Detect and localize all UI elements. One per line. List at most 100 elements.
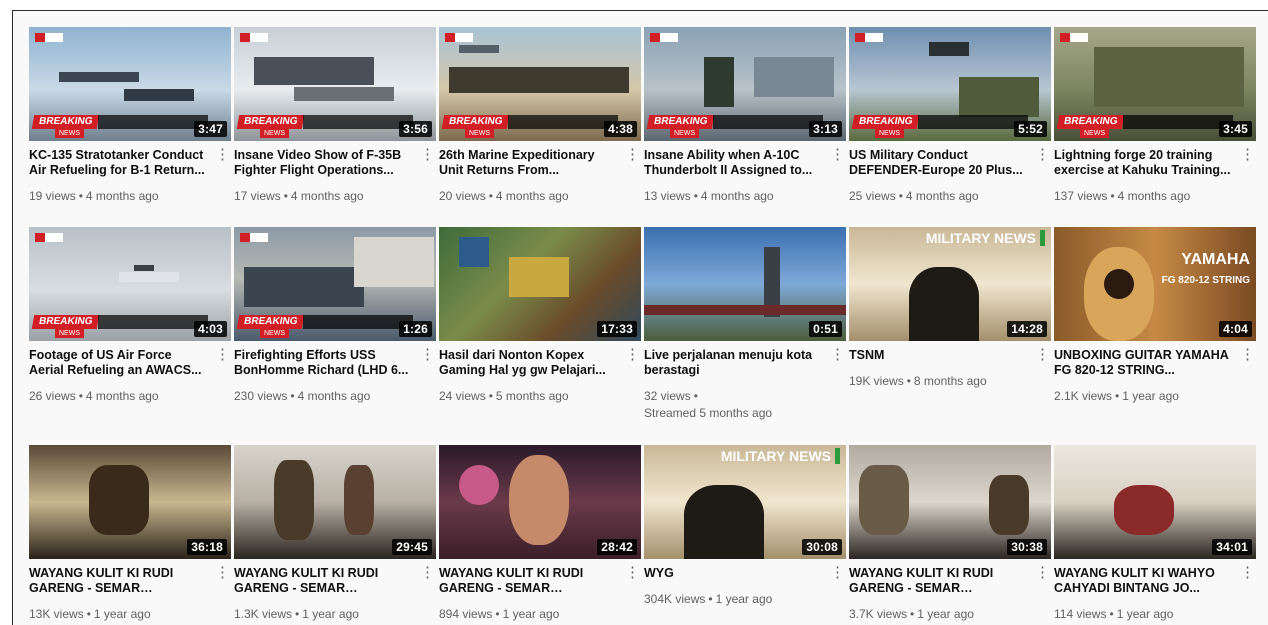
video-thumbnail[interactable]: BREAKING NEWS 4:38 <box>439 27 641 141</box>
video-title[interactable]: KC-135 Stratotanker Conduct Air Refuelin… <box>29 148 209 178</box>
video-title[interactable]: Footage of US Air Force Aerial Refueling… <box>29 348 209 378</box>
thumbnail-shape <box>354 237 434 287</box>
more-actions-icon[interactable]: ⋮ <box>420 147 435 165</box>
upload-age: 1 year ago <box>715 592 773 606</box>
video-stats: 1.3K views • 1 year ago <box>234 606 414 623</box>
video-thumbnail[interactable]: BREAKING NEWS 3:45 <box>1054 27 1256 141</box>
video-card[interactable]: BREAKING NEWS 3:47 KC-135 Stratotanker Cond… <box>29 27 231 227</box>
more-actions-icon[interactable]: ⋮ <box>830 347 845 365</box>
video-card[interactable]: BREAKING NEWS 4:03 Footage of US Air Force … <box>29 227 231 427</box>
video-thumbnail[interactable]: 28:42 <box>439 445 641 559</box>
video-thumbnail[interactable]: MILITARY NEWS 14:28 <box>849 227 1051 341</box>
video-thumbnail[interactable]: BREAKING NEWS 4:03 <box>29 227 231 341</box>
video-title[interactable]: WAYANG KULIT KI RUDI GARENG - SEMAR MBAN… <box>234 566 414 596</box>
video-title[interactable]: UNBOXING GUITAR YAMAHA FG 820-12 STRING.… <box>1054 348 1234 378</box>
video-meta: 26th Marine Expeditionary Unit Returns F… <box>439 141 641 205</box>
more-actions-icon[interactable]: ⋮ <box>215 347 230 365</box>
video-title[interactable]: TSNM <box>849 348 1029 363</box>
news-label: NEWS <box>55 129 84 138</box>
more-actions-icon[interactable]: ⋮ <box>215 147 230 165</box>
video-title[interactable]: 26th Marine Expeditionary Unit Returns F… <box>439 148 619 178</box>
video-card[interactable]: MILITARY NEWS 14:28 TSNM ⋮ 19K views • 8 month… <box>849 227 1051 427</box>
video-card[interactable]: 34:01 WAYANG KULIT KI WAHYO CAHYADI BINTA… <box>1054 445 1256 625</box>
video-thumbnail[interactable]: 30:38 <box>849 445 1051 559</box>
video-card[interactable]: BREAKING NEWS 5:52 US Military Conduct DEFE… <box>849 27 1051 227</box>
video-title[interactable]: Insane Video Show of F-35B Fighter Fligh… <box>234 148 414 178</box>
separator-dot: • <box>1110 189 1115 203</box>
video-title[interactable]: WAYANG KULIT KI RUDI GARENG - SEMAR MBAN… <box>849 566 1029 596</box>
video-card[interactable]: 28:42 WAYANG KULIT KI RUDI GARENG - SEMAR… <box>439 445 641 625</box>
video-thumbnail[interactable]: MILITARY NEWS 30:08 <box>644 445 846 559</box>
duration-badge: 34:01 <box>1212 539 1252 555</box>
thumbnail-shape <box>459 45 499 53</box>
video-title[interactable]: WAYANG KULIT KI WAHYO CAHYADI BINTANG JO… <box>1054 566 1234 596</box>
video-card[interactable]: 29:45 WAYANG KULIT KI RUDI GARENG - SEMAR… <box>234 445 436 625</box>
video-card[interactable]: BREAKING NEWS 4:38 26th Marine Expeditionar… <box>439 27 641 227</box>
separator-dot: • <box>910 607 915 621</box>
view-count: 230 views <box>234 389 288 403</box>
video-card[interactable]: BREAKING NEWS 1:26 Firefighting Efforts USS… <box>234 227 436 427</box>
more-actions-icon[interactable]: ⋮ <box>1240 147 1255 165</box>
video-thumbnail[interactable]: BREAKING NEWS 1:26 <box>234 227 436 341</box>
video-title[interactable]: WYG <box>644 566 824 581</box>
video-title[interactable]: Firefighting Efforts USS BonHomme Richar… <box>234 348 414 378</box>
video-thumbnail[interactable]: BREAKING NEWS 3:47 <box>29 27 231 141</box>
more-actions-icon[interactable]: ⋮ <box>1035 347 1050 365</box>
more-actions-icon[interactable]: ⋮ <box>625 565 640 583</box>
video-thumbnail[interactable]: YAMAHA FG 820-12 STRING 4:04 <box>1054 227 1256 341</box>
video-card[interactable]: 17:33 Hasil dari Nonton Kopex Gaming Hal … <box>439 227 641 427</box>
duration-badge: 30:38 <box>1007 539 1047 555</box>
headline-strip <box>98 115 209 129</box>
duration-badge: 28:42 <box>597 539 637 555</box>
video-card[interactable]: MILITARY NEWS 30:08 WYG ⋮ 304K views • 1 year … <box>644 445 846 625</box>
more-actions-icon[interactable]: ⋮ <box>625 147 640 165</box>
video-thumbnail[interactable]: BREAKING NEWS 3:56 <box>234 27 436 141</box>
video-thumbnail[interactable]: 34:01 <box>1054 445 1256 559</box>
more-actions-icon[interactable]: ⋮ <box>1240 347 1255 365</box>
thumbnail-shape <box>704 57 734 107</box>
duration-badge: 0:51 <box>809 321 842 337</box>
video-card[interactable]: 36:18 WAYANG KULIT KI RUDI GARENG - SEMAR… <box>29 445 231 625</box>
more-actions-icon[interactable]: ⋮ <box>1035 147 1050 165</box>
separator-dot: • <box>290 389 295 403</box>
channel-tag <box>650 33 678 42</box>
video-thumbnail[interactable]: 36:18 <box>29 445 231 559</box>
video-thumbnail[interactable]: 17:33 <box>439 227 641 341</box>
video-card[interactable]: BREAKING NEWS 3:45 Lightning forge 20 train… <box>1054 27 1256 227</box>
video-title[interactable]: WAYANG KULIT KI RUDI GARENG - SEMAR MBAN… <box>29 566 209 596</box>
separator-dot: • <box>693 189 698 203</box>
video-title[interactable]: US Military Conduct DEFENDER-Europe 20 P… <box>849 148 1029 178</box>
video-title[interactable]: Lightning forge 20 training exercise at … <box>1054 148 1234 178</box>
video-card[interactable]: BREAKING NEWS 3:56 Insane Video Show of F-3… <box>234 27 436 227</box>
thumbnail-shape <box>1104 269 1134 299</box>
video-card[interactable]: YAMAHA FG 820-12 STRING 4:04 UNBOXING GUITA… <box>1054 227 1256 427</box>
more-actions-icon[interactable]: ⋮ <box>420 565 435 583</box>
separator-dot: • <box>283 189 288 203</box>
video-thumbnail[interactable]: BREAKING NEWS 5:52 <box>849 27 1051 141</box>
view-count: 25 views <box>849 189 896 203</box>
more-actions-icon[interactable]: ⋮ <box>625 347 640 365</box>
video-title[interactable]: WAYANG KULIT KI RUDI GARENG - SEMAR MBAN… <box>439 566 619 596</box>
video-card[interactable]: 30:38 WAYANG KULIT KI RUDI GARENG - SEMAR… <box>849 445 1051 625</box>
video-title[interactable]: Live perjalanan menuju kota berastagi <box>644 348 824 378</box>
more-actions-icon[interactable]: ⋮ <box>215 565 230 583</box>
video-thumbnail[interactable]: 29:45 <box>234 445 436 559</box>
headline-strip <box>918 115 1029 129</box>
news-label: NEWS <box>465 129 494 138</box>
more-actions-icon[interactable]: ⋮ <box>830 565 845 583</box>
video-thumbnail[interactable]: BREAKING NEWS 3:13 <box>644 27 846 141</box>
separator-dot: • <box>78 389 83 403</box>
video-title[interactable]: Insane Ability when A-10C Thunderbolt II… <box>644 148 824 178</box>
video-card[interactable]: BREAKING NEWS 3:13 Insane Ability when A-10… <box>644 27 846 227</box>
more-actions-icon[interactable]: ⋮ <box>830 147 845 165</box>
upload-age: 4 months ago <box>700 189 774 203</box>
more-actions-icon[interactable]: ⋮ <box>1240 565 1255 583</box>
view-count: 17 views <box>234 189 281 203</box>
video-card[interactable]: 0:51 Live perjalanan menuju kota berastag… <box>644 227 846 427</box>
thumbnail-shape <box>459 237 489 267</box>
more-actions-icon[interactable]: ⋮ <box>420 347 435 365</box>
video-title[interactable]: Hasil dari Nonton Kopex Gaming Hal yg gw… <box>439 348 619 378</box>
more-actions-icon[interactable]: ⋮ <box>1035 565 1050 583</box>
video-thumbnail[interactable]: 0:51 <box>644 227 846 341</box>
video-stats: 20 views • 4 months ago <box>439 188 619 205</box>
